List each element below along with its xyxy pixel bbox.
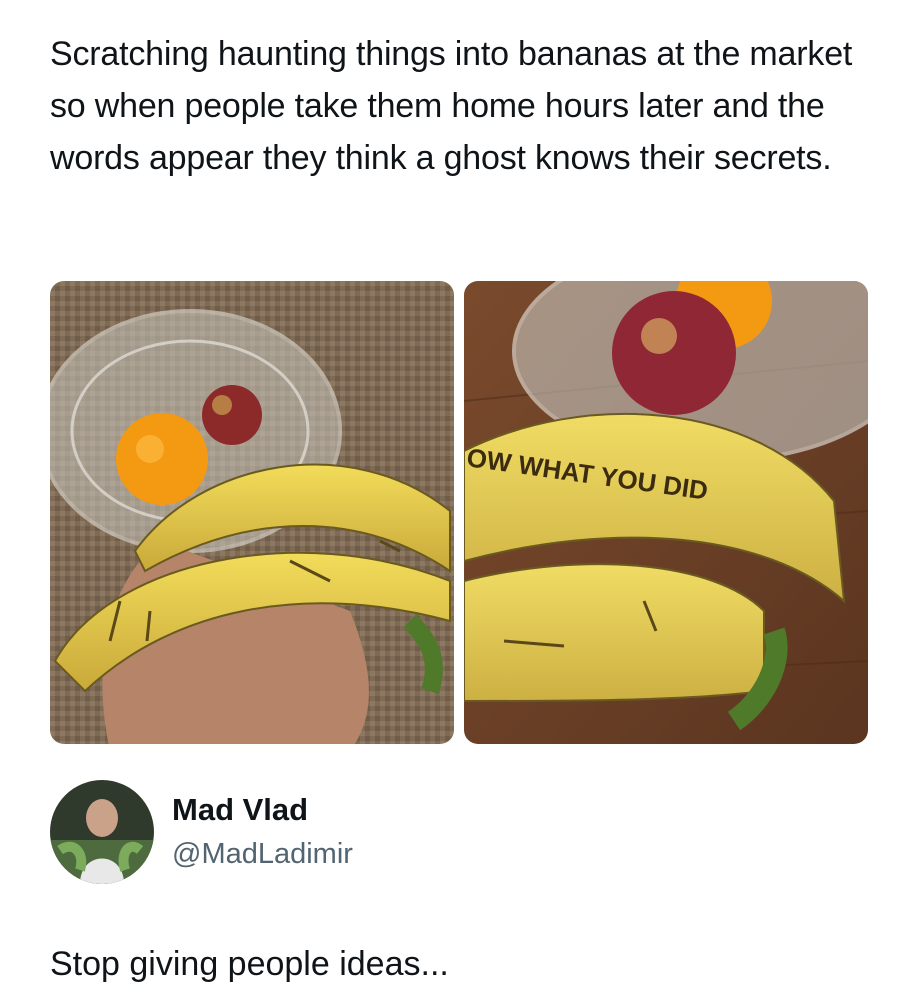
post-text: Scratching haunting things into bananas … (50, 35, 853, 177)
author-name[interactable]: Mad Vlad (172, 792, 308, 828)
banana-photo-right-image: OW WHAT YOU DID (464, 281, 868, 744)
author-block: Mad Vlad @MadLadimir (50, 780, 870, 890)
banana-photo-left[interactable] (50, 281, 454, 744)
author-handle[interactable]: @MadLadimir (172, 838, 353, 871)
caption-text: Stop giving people ideas... (50, 945, 449, 983)
banana-photo-left-image (50, 281, 454, 744)
author-avatar[interactable] (50, 780, 154, 884)
avatar-photo-icon (50, 780, 154, 884)
banana-photo-right[interactable]: OW WHAT YOU DID (464, 281, 868, 744)
